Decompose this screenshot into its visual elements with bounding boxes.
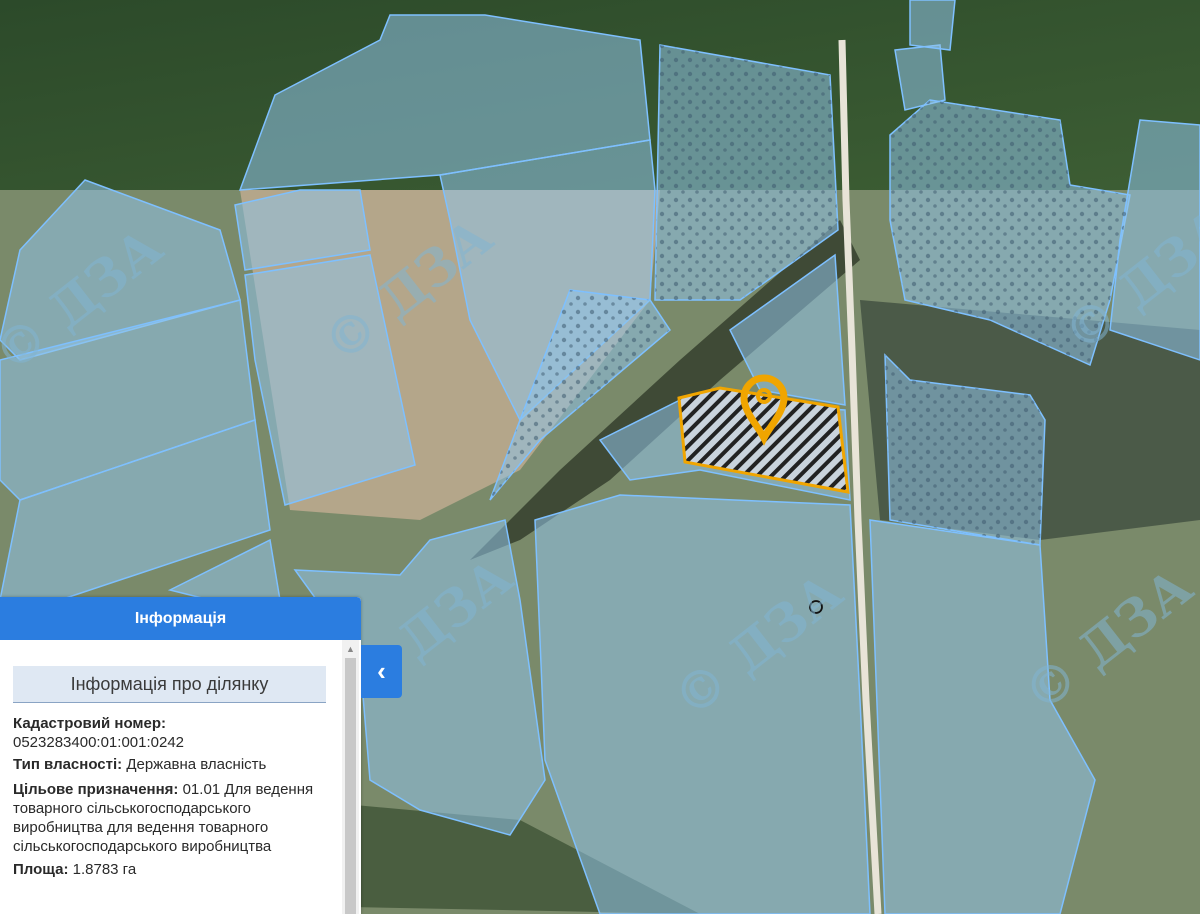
- parcel[interactable]: [534, 494, 871, 914]
- collapse-panel-button[interactable]: ‹: [361, 645, 402, 698]
- chevron-left-icon: ‹: [377, 656, 386, 686]
- area-row: Площа: 1.8783 га: [13, 860, 342, 879]
- panel-header: Інформація: [0, 597, 361, 640]
- scroll-up-icon[interactable]: ▲: [342, 640, 359, 657]
- area-label: Площа:: [13, 861, 69, 878]
- ownership-row: Тип власності: Державна власність: [13, 755, 342, 774]
- area-value: 1.8783 га: [72, 861, 137, 878]
- ownership-value: Державна власність: [126, 756, 267, 773]
- scroll-thumb[interactable]: [345, 658, 356, 914]
- panel-body: Інформація про ділянку Кадастровий номер…: [0, 640, 342, 914]
- ownership-label: Тип власності:: [13, 756, 123, 773]
- purpose-row: Цільове призначення: 01.01 Для ведення т…: [13, 780, 342, 856]
- cadastral-number-row: Кадастровий номер: 0523283400:01:001:024…: [13, 714, 342, 752]
- section-title: Інформація про ділянку: [13, 666, 326, 703]
- parcel[interactable]: [909, 0, 956, 51]
- purpose-label: Цільове призначення:: [13, 781, 179, 798]
- panel-scrollbar[interactable]: ▲: [342, 640, 359, 914]
- info-panel: Інформація Інформація про ділянку Кадаст…: [0, 597, 361, 914]
- cadastral-label: Кадастровий номер:: [13, 715, 167, 732]
- cadastral-value: 0523283400:01:001:0242: [13, 734, 185, 751]
